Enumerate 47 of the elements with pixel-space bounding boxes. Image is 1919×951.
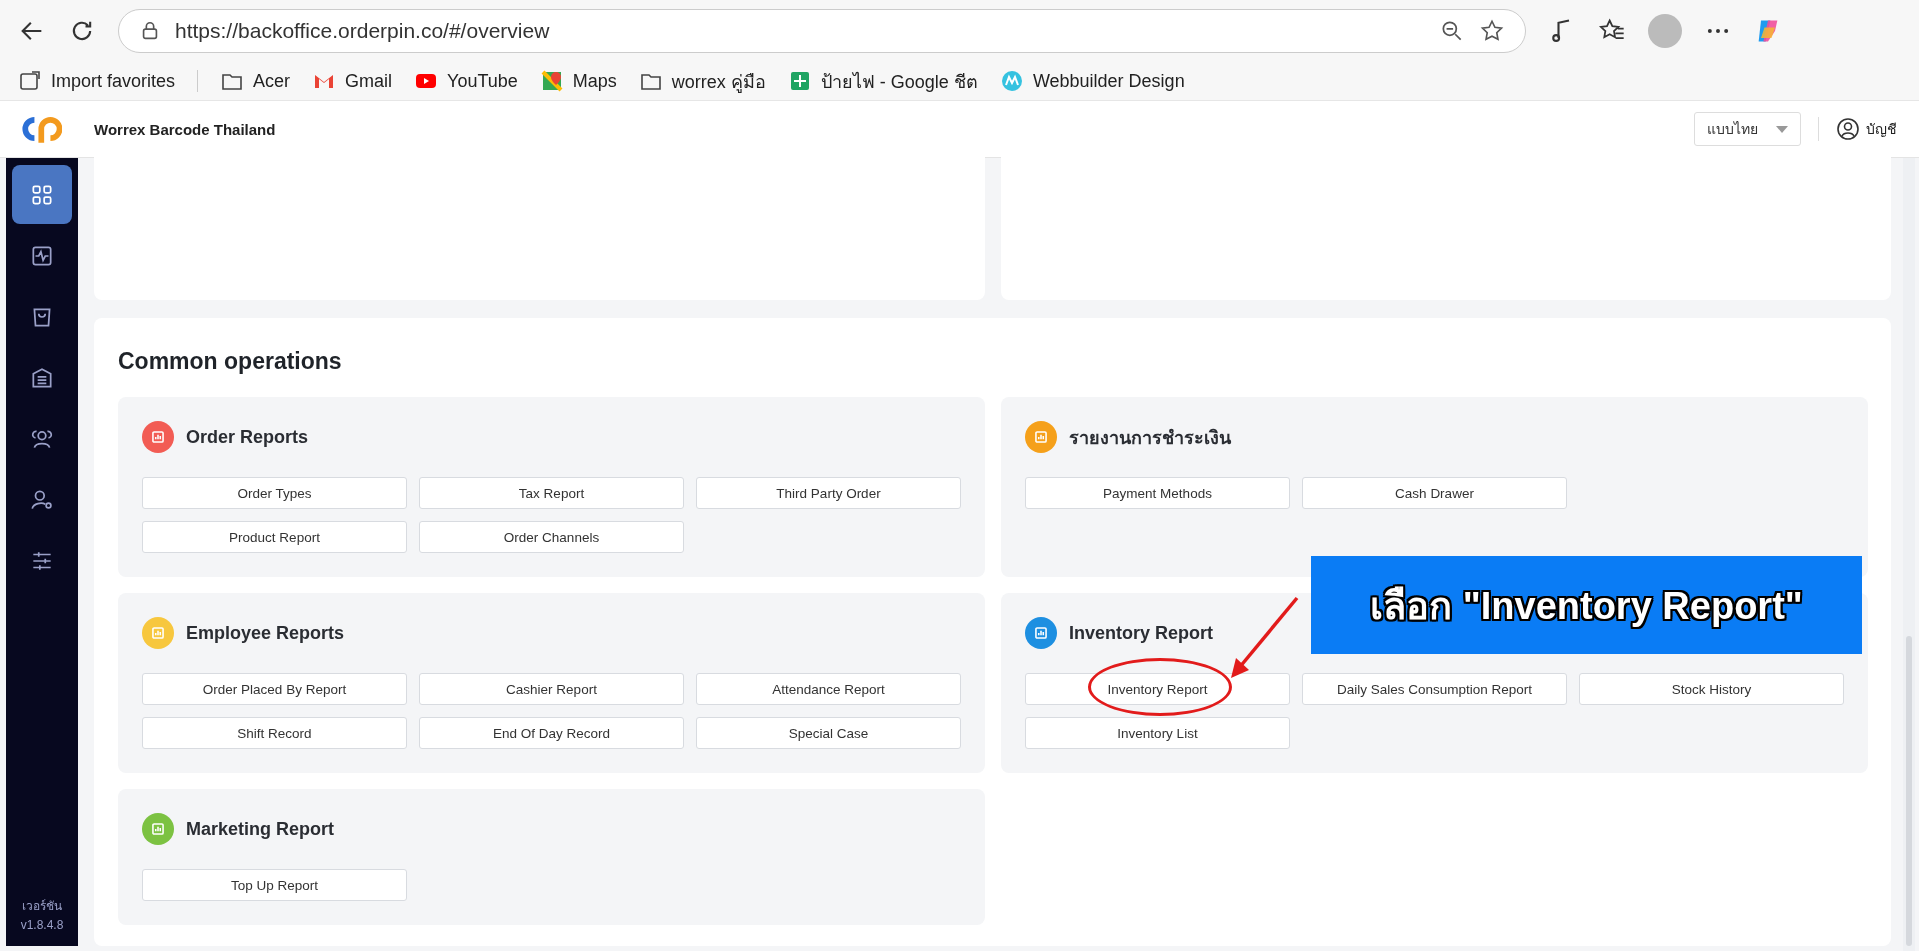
report-button[interactable]: Inventory List xyxy=(1025,717,1290,749)
report-button[interactable]: Order Placed By Report xyxy=(142,673,407,705)
report-button[interactable]: Cashier Report xyxy=(419,673,684,705)
report-button[interactable]: Shift Record xyxy=(142,717,407,749)
bookmark[interactable]: Acer xyxy=(220,69,291,93)
company-name: Worrex Barcode Thailand xyxy=(94,120,276,138)
section-title: Common operations xyxy=(118,348,343,375)
report-button[interactable]: Stock History xyxy=(1579,673,1844,705)
map-icon xyxy=(539,69,564,93)
group-title: Marketing Report xyxy=(186,818,335,840)
url-text: https://backoffice.orderpin.co/#/overview xyxy=(175,19,551,43)
version-number: v1.8.4.8 xyxy=(20,917,64,934)
report-button[interactable]: Product Report xyxy=(142,521,407,553)
report-button[interactable]: Top Up Report xyxy=(142,869,407,901)
web-logo-icon xyxy=(999,69,1024,93)
bookmark[interactable]: YouTube xyxy=(414,69,518,93)
report-button[interactable]: Special Case xyxy=(696,717,961,749)
report-button[interactable]: Attendance Report xyxy=(696,673,961,705)
report-button[interactable]: Cash Drawer xyxy=(1302,477,1567,509)
bookmark[interactable]: worrex คู่มือ xyxy=(638,66,766,96)
grid-menu-item[interactable] xyxy=(12,165,72,224)
group-title: รายงานการชำระเงิน xyxy=(1069,426,1231,450)
report-button[interactable]: Inventory Report xyxy=(1025,673,1290,705)
group-title: Order Reports xyxy=(186,426,309,448)
bookmark[interactable]: Webbuilder Design xyxy=(999,69,1185,93)
address-bar[interactable]: https://backoffice.orderpin.co/#/overview xyxy=(118,9,1526,53)
import-icon xyxy=(18,69,42,93)
group-title: Employee Reports xyxy=(186,622,345,644)
group-title: Inventory Report xyxy=(1069,622,1214,644)
report-button[interactable]: Tax Report xyxy=(419,477,684,509)
scrollbar[interactable] xyxy=(1903,158,1915,951)
report-button[interactable]: Third Party Order xyxy=(696,477,961,509)
account-button[interactable]: บัญชี xyxy=(1836,117,1897,141)
report-button[interactable]: Payment Methods xyxy=(1025,477,1290,509)
user-circle-icon xyxy=(1836,117,1860,141)
version-label: เวอร์ชัน xyxy=(22,898,62,915)
bookmark[interactable]: Import favorites xyxy=(18,69,176,93)
bookmark[interactable]: Maps xyxy=(539,69,617,93)
language-select[interactable]: แบบไทย xyxy=(1694,112,1801,146)
report-button[interactable]: Order Types xyxy=(142,477,407,509)
report-button[interactable]: Daily Sales Consumption Report xyxy=(1302,673,1567,705)
bookmark[interactable]: ป้ายไฟ - Google ชีต xyxy=(787,66,978,96)
star-icon[interactable] xyxy=(1479,18,1505,44)
report-button[interactable]: Order Channels xyxy=(419,521,684,553)
annotation-callout: เลือก "Inventory Report" xyxy=(1311,556,1862,654)
bookmark[interactable]: Gmail xyxy=(312,69,393,93)
report-button[interactable]: End Of Day Record xyxy=(419,717,684,749)
